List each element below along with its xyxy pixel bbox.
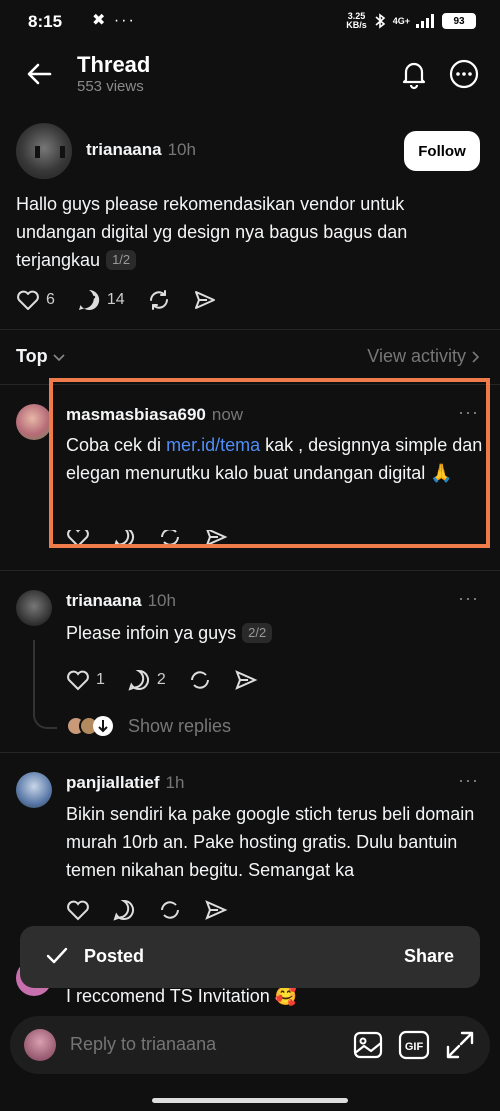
reply-composer: GIF [10, 1016, 490, 1074]
send-icon [235, 670, 258, 690]
bell-icon[interactable] [398, 58, 430, 90]
show-replies-link[interactable]: Show replies [128, 716, 231, 737]
reply-pager: 2/2 [242, 623, 273, 643]
reply-actions: 1 2 [66, 668, 280, 692]
avatar[interactable] [16, 404, 52, 440]
divider [0, 570, 500, 571]
post-username[interactable]: trianaana [86, 140, 162, 159]
reply-text: Please infoin ya guys 2/2 [66, 619, 486, 647]
heart-icon [17, 290, 39, 310]
reply-text: Bikin sendiri ka pake google stich terus… [66, 804, 475, 880]
highlight-box [49, 378, 490, 548]
repost-button[interactable] [147, 288, 171, 312]
repost-icon [190, 671, 209, 689]
status-time: 8:15 [28, 12, 63, 31]
reply-actions [66, 898, 250, 922]
avatar [24, 1029, 56, 1061]
avatar[interactable] [16, 772, 52, 808]
reply-button[interactable] [112, 898, 136, 922]
sort-row: Top View activity [16, 346, 480, 370]
gif-icon[interactable]: GIF [398, 1029, 430, 1061]
thread-curve [33, 705, 57, 729]
reply-input[interactable] [70, 1034, 340, 1055]
avatar[interactable] [16, 590, 52, 626]
status-bar: 8:15 ✖ ··· 3.25 KB/s 4G+ 93 [0, 0, 500, 44]
repost-icon [161, 901, 179, 919]
toast-message: Posted [84, 946, 145, 966]
like-button[interactable]: 6 [16, 289, 55, 311]
battery-icon: 93 [442, 13, 476, 29]
share-button[interactable] [193, 289, 217, 311]
post-text: Hallo guys please rekomendasikan vendor … [16, 194, 408, 270]
divider [0, 329, 500, 330]
more-options-icon[interactable]: ··· [458, 588, 479, 609]
send-icon [194, 291, 215, 309]
thread-header: Thread 553 views [0, 44, 500, 108]
image-icon[interactable] [352, 1029, 384, 1061]
divider [0, 752, 500, 753]
toast-share-button[interactable]: Share [404, 946, 454, 967]
heart-icon [67, 900, 89, 921]
reply-author-row: panjiallatief 1h [66, 773, 184, 793]
signal-icon [416, 14, 434, 28]
share-button[interactable] [204, 899, 228, 921]
follow-button[interactable]: Follow [404, 131, 480, 171]
post-pager: 1/2 [106, 250, 137, 270]
repost-button[interactable] [158, 898, 182, 922]
comment-icon [128, 669, 149, 691]
view-activity-link[interactable]: View activity [367, 346, 466, 367]
back-arrow-icon[interactable] [24, 60, 56, 88]
sort-dropdown[interactable]: Top [16, 346, 48, 367]
view-count: 553 views [77, 78, 144, 95]
avatar[interactable] [16, 123, 72, 179]
expand-icon[interactable] [444, 1029, 476, 1061]
svg-text:GIF: GIF [405, 1041, 424, 1053]
more-options-icon[interactable]: ··· [458, 770, 479, 791]
reply-checked-icon [78, 289, 100, 310]
reply-count: 14 [106, 291, 125, 308]
arrow-down-icon[interactable] [92, 715, 114, 737]
home-indicator[interactable] [152, 1098, 348, 1103]
reply-username[interactable]: trianaana [66, 591, 142, 610]
reply-button[interactable]: 14 [77, 288, 125, 312]
chevron-down-icon[interactable] [52, 350, 66, 364]
network-speed: 3.25 KB/s [346, 11, 367, 30]
check-icon [46, 947, 68, 964]
post-time: 10h [167, 140, 196, 159]
heart-icon [67, 670, 89, 691]
post-actions: 6 14 [16, 288, 239, 312]
like-count: 1 [96, 671, 105, 688]
chevron-right-icon[interactable] [470, 350, 480, 364]
reply-author-row: trianaana 10h [66, 591, 176, 611]
like-count: 6 [46, 291, 55, 308]
notification-icons: ✖ ··· [92, 12, 136, 29]
posted-toast: Posted Share [20, 926, 480, 988]
thread-line [33, 640, 35, 706]
network-type: 4G+ [392, 15, 410, 26]
reply-text: I reccomend TS Invitation 🥰 [66, 986, 298, 1006]
send-icon [205, 900, 228, 920]
post-author-row: trianaana 10h [86, 140, 196, 160]
repost-icon [149, 290, 168, 310]
more-icon[interactable] [448, 58, 480, 90]
share-button[interactable] [234, 669, 258, 691]
repost-button[interactable] [188, 668, 212, 692]
reply-time: 10h [147, 591, 176, 610]
like-button[interactable] [66, 899, 90, 921]
reply-username[interactable]: panjiallatief [66, 773, 160, 792]
page-title: Thread [77, 52, 151, 77]
reply-button[interactable]: 2 [127, 668, 166, 692]
reply-time: 1h [165, 773, 185, 792]
status-right: 3.25 KB/s 4G+ 93 [346, 12, 476, 30]
like-button[interactable]: 1 [66, 669, 105, 691]
reply-count: 2 [156, 671, 166, 688]
bluetooth-icon [375, 13, 386, 29]
comment-icon [113, 899, 134, 921]
